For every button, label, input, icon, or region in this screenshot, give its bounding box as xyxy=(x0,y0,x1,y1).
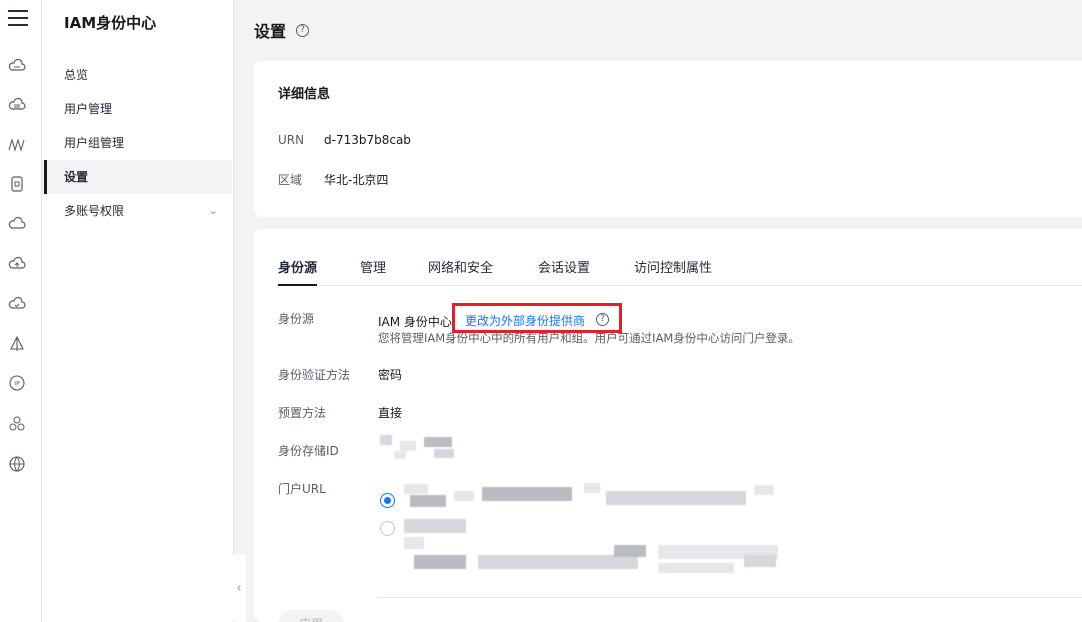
auth-method-value: 密码 xyxy=(378,368,403,382)
sidebar-item-groups[interactable]: 用户组管理 xyxy=(42,126,232,160)
phone-icon[interactable] xyxy=(8,175,26,193)
svg-text:IP: IP xyxy=(14,381,20,388)
details-title: 详细信息 xyxy=(278,87,331,102)
sidebar-item-settings[interactable]: 设置 xyxy=(42,160,232,194)
waves-icon[interactable] xyxy=(8,136,26,154)
cloud-outline-icon[interactable] xyxy=(8,215,26,233)
provision-method-label: 预置方法 xyxy=(278,406,327,420)
details-card: 详细信息 URN d-713b7b8cab 区域 华北-北京四 xyxy=(254,61,1082,217)
sidebar-item-multi-account[interactable]: 多账号权限 ⌄ xyxy=(42,194,232,228)
identity-store-id-label: 身份存储ID xyxy=(278,444,339,458)
cluster-icon[interactable] xyxy=(8,415,26,433)
identity-source-value: IAM 身份中心 xyxy=(378,315,452,329)
sidebar-item-label: 多账号权限 xyxy=(64,204,125,218)
identity-source-description: 您将管理IAM身份中心中的所有用户和组。用户可通过IAM身份中心访问门户登录。 xyxy=(378,331,800,345)
page-title: 设置? xyxy=(254,18,310,42)
urn-value: d-713b7b8cab xyxy=(324,133,411,147)
tab-management[interactable]: 管理 xyxy=(360,257,386,286)
sidebar: IAM身份中心 总览 用户管理 用户组管理 设置 多账号权限 ⌄ xyxy=(42,0,234,622)
identity-source-label: 身份源 xyxy=(278,312,315,326)
region-label: 区域 xyxy=(278,173,303,187)
tab-bar: 身份源 管理 网络和安全 会话设置 访问控制属性 xyxy=(278,257,1082,286)
portal-url-label: 门户URL xyxy=(278,482,326,496)
main-content: 设置? 详细信息 URN d-713b7b8cab 区域 华北-北京四 身份源 … xyxy=(234,0,1082,622)
tab-access-control-attributes[interactable]: 访问控制属性 xyxy=(634,257,712,286)
help-icon[interactable]: ? xyxy=(596,313,609,326)
icon-rail: IP xyxy=(0,0,42,622)
apply-button[interactable]: 应用 xyxy=(278,610,344,622)
tab-session-settings[interactable]: 会话设置 xyxy=(538,257,590,286)
help-icon[interactable]: ? xyxy=(296,24,310,37)
auth-method-label: 身份验证方法 xyxy=(278,368,351,382)
tab-identity-source[interactable]: 身份源 xyxy=(278,257,318,286)
cloud-upload-icon[interactable] xyxy=(8,255,26,273)
portal-url-radio-custom[interactable] xyxy=(380,521,395,536)
form-divider xyxy=(378,597,1082,598)
identity-card: 身份源 管理 网络和安全 会话设置 访问控制属性 身份源 IAM 身份中心 更改… xyxy=(254,229,1082,622)
globe-icon[interactable] xyxy=(8,455,26,473)
provision-method-value: 直接 xyxy=(378,406,403,420)
tab-network-security[interactable]: 网络和安全 xyxy=(428,257,493,286)
portal-url-radio-default[interactable] xyxy=(380,493,395,508)
change-provider-link[interactable]: 更改为外部身份提供商 xyxy=(465,312,585,329)
menu-icon[interactable] xyxy=(8,10,28,28)
app-title: IAM身份中心 xyxy=(64,14,157,32)
sail-icon[interactable] xyxy=(8,335,26,353)
cloud-check-icon[interactable] xyxy=(8,295,26,313)
urn-label: URN xyxy=(278,133,305,147)
page-title-text: 设置 xyxy=(254,22,287,41)
region-value: 华北-北京四 xyxy=(324,173,389,187)
ip-icon[interactable]: IP xyxy=(8,374,26,392)
chevron-down-icon: ⌄ xyxy=(208,204,218,217)
change-provider-highlight: 更改为外部身份提供商 ? xyxy=(452,303,622,333)
sidebar-item-overview[interactable]: 总览 xyxy=(42,58,232,92)
sidebar-item-users[interactable]: 用户管理 xyxy=(42,92,232,126)
cloud-icon[interactable] xyxy=(8,57,26,75)
cloud-server-icon[interactable] xyxy=(8,96,26,114)
